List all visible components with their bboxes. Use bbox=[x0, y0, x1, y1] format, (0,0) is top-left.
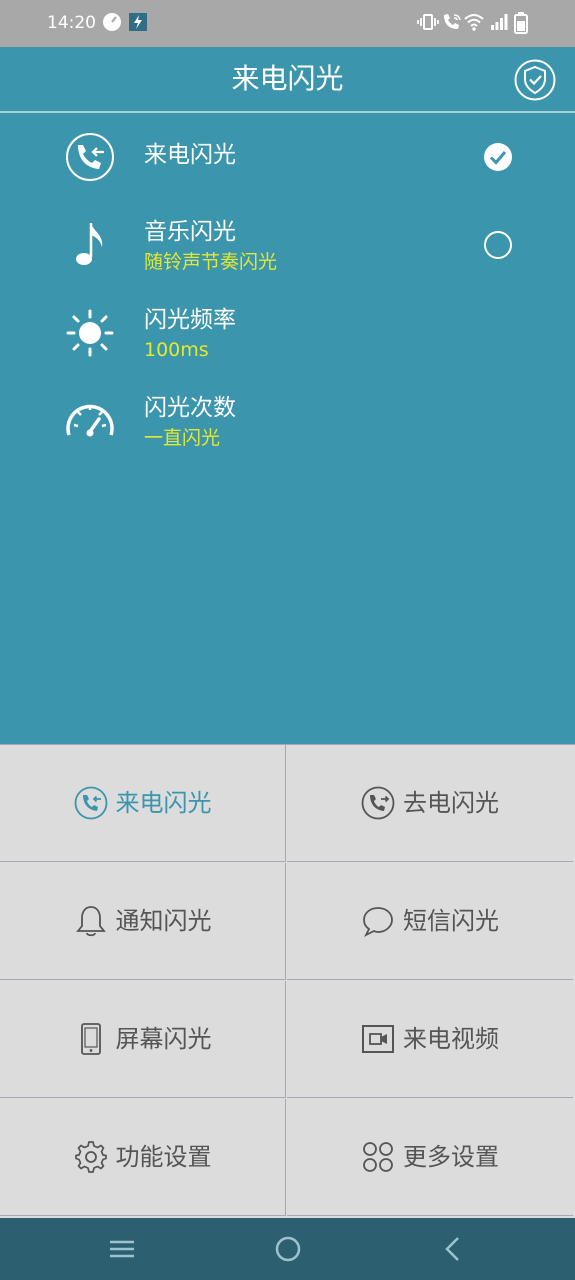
setting-music-flash[interactable]: 音乐闪光 随铃声节奏闪光 bbox=[0, 201, 575, 289]
incoming-call-icon bbox=[74, 786, 107, 820]
grid-label: 功能设置 bbox=[115, 1143, 212, 1171]
video-call-icon bbox=[362, 1025, 394, 1053]
grid-incoming-flash[interactable]: 来电闪光 bbox=[0, 745, 286, 862]
menu-icon[interactable] bbox=[108, 1235, 136, 1263]
radio-empty-icon[interactable] bbox=[483, 230, 513, 260]
setting-flash-frequency[interactable]: 闪光频率 100ms bbox=[0, 289, 575, 377]
setting-flash-count[interactable]: 闪光次数 一直闪光 bbox=[0, 377, 575, 465]
speedometer-icon bbox=[66, 404, 114, 437]
sun-icon bbox=[66, 309, 114, 357]
home-icon[interactable] bbox=[274, 1235, 302, 1263]
phone-screen-icon bbox=[80, 1023, 101, 1055]
grid-incoming-video[interactable]: 来电视频 bbox=[287, 981, 573, 1098]
back-icon[interactable] bbox=[440, 1235, 468, 1263]
setting-sub: 随铃声节奏闪光 bbox=[144, 251, 278, 273]
outgoing-call-icon bbox=[361, 786, 395, 820]
grid-outgoing-flash[interactable]: 去电闪光 bbox=[287, 745, 573, 862]
setting-label: 闪光频率 bbox=[144, 307, 236, 333]
more-circles-icon bbox=[363, 1142, 393, 1172]
signal-icon bbox=[491, 14, 508, 30]
shield-check-icon[interactable] bbox=[514, 59, 556, 101]
chat-bubble-icon bbox=[363, 907, 393, 938]
gear-icon bbox=[74, 1141, 107, 1173]
incoming-call-icon bbox=[66, 133, 114, 181]
function-grid: 来电闪光 去电闪光 通知闪光 短信闪光 屏幕闪光 来电视频 功能设置 更多设置 bbox=[0, 744, 575, 1219]
setting-label: 来电闪光 bbox=[144, 142, 236, 168]
setting-sub: 100ms bbox=[144, 339, 209, 361]
grid-label: 更多设置 bbox=[403, 1143, 499, 1171]
status-bar: 14:20 bbox=[0, 0, 575, 47]
setting-label: 闪光次数 bbox=[144, 395, 236, 421]
battery-icon bbox=[514, 12, 528, 34]
grid-label: 去电闪光 bbox=[403, 789, 499, 817]
setting-label: 音乐闪光 bbox=[144, 219, 236, 245]
system-nav-bar bbox=[0, 1218, 575, 1280]
grid-label: 来电闪光 bbox=[115, 789, 212, 817]
bell-icon bbox=[75, 906, 106, 937]
grid-label: 短信闪光 bbox=[403, 907, 499, 935]
grid-notification-flash[interactable]: 通知闪光 bbox=[0, 863, 286, 980]
grid-label: 屏幕闪光 bbox=[115, 1025, 212, 1053]
flash-notify-icon bbox=[129, 13, 147, 31]
grid-more-settings[interactable]: 更多设置 bbox=[287, 1099, 573, 1216]
grid-label: 来电视频 bbox=[403, 1025, 499, 1053]
setting-incoming-flash[interactable]: 来电闪光 bbox=[0, 113, 575, 201]
grid-function-settings[interactable]: 功能设置 bbox=[0, 1099, 286, 1216]
setting-sub: 一直闪光 bbox=[144, 427, 221, 449]
status-time: 14:20 bbox=[47, 13, 96, 33]
music-note-icon bbox=[76, 223, 103, 265]
grid-label: 通知闪光 bbox=[115, 907, 212, 935]
wifi-icon bbox=[464, 14, 484, 31]
speed-icon bbox=[103, 13, 121, 31]
app-header: 来电闪光 bbox=[0, 47, 575, 113]
grid-screen-flash[interactable]: 屏幕闪光 bbox=[0, 981, 286, 1098]
vibrate-icon bbox=[417, 14, 439, 30]
check-circle-icon[interactable] bbox=[483, 142, 513, 172]
wifi-call-icon bbox=[444, 14, 461, 29]
page-title: 来电闪光 bbox=[231, 62, 344, 95]
grid-sms-flash[interactable]: 短信闪光 bbox=[287, 863, 573, 980]
